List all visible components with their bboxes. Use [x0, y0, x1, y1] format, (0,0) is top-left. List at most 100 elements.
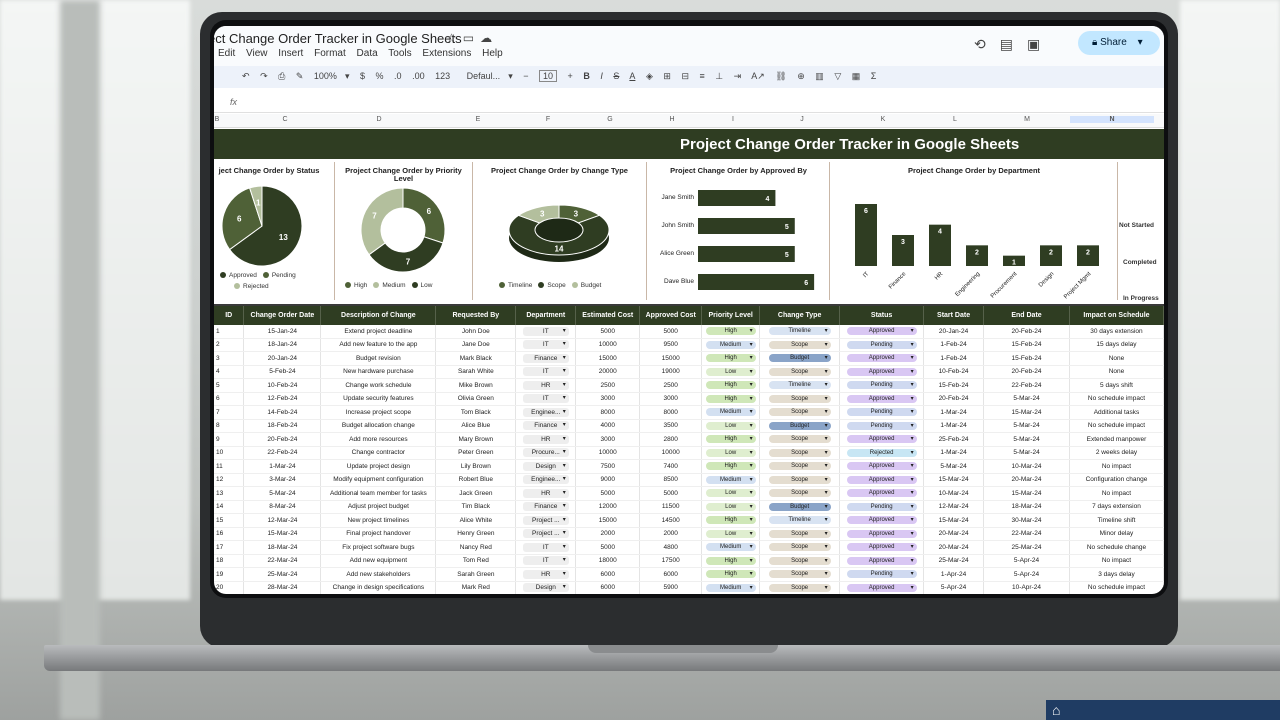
priority-chip[interactable]: Low: [705, 502, 756, 511]
table-cell[interactable]: 2000: [575, 527, 641, 541]
table-cell[interactable]: Scope: [759, 365, 841, 379]
history-icon[interactable]: ⟲: [974, 36, 1000, 52]
table-cell[interactable]: High: [701, 432, 761, 447]
table-cell[interactable]: 1-Feb-24: [923, 351, 985, 366]
table-cell[interactable]: 9: [214, 432, 245, 447]
document-title[interactable]: ect Change Order Tracker in Google Sheet…: [214, 31, 462, 46]
table-cell[interactable]: 5-Mar-24: [983, 392, 1070, 406]
menu-tools[interactable]: Tools: [388, 48, 411, 59]
status-chip[interactable]: Approved: [846, 516, 917, 525]
department-dropdown[interactable]: Finance: [522, 353, 569, 363]
table-cell[interactable]: Budget: [759, 351, 841, 366]
table-cell[interactable]: Henry Green: [435, 527, 517, 541]
table-cell[interactable]: Add more resources: [320, 432, 437, 447]
priority-chip[interactable]: High: [705, 570, 756, 579]
column-header[interactable]: Description of Change: [320, 306, 437, 325]
chart-department[interactable]: Project Change Order by Department 6 IT 3 F…: [831, 162, 1118, 300]
table-cell[interactable]: 10: [214, 446, 245, 460]
table-cell[interactable]: 3500: [639, 419, 703, 433]
priority-chip[interactable]: Low: [705, 421, 756, 430]
table-cell[interactable]: Add new feature to the app: [320, 338, 437, 352]
table-cell[interactable]: 5900: [639, 581, 703, 594]
table-cell[interactable]: Medium: [701, 540, 761, 555]
text-color-icon[interactable]: A: [629, 71, 635, 81]
table-cell[interactable]: 22-Mar-24: [243, 554, 322, 568]
status-chip[interactable]: Approved: [846, 475, 917, 484]
table-cell[interactable]: 9500: [639, 338, 703, 352]
table-cell[interactable]: 20-Jan-24: [243, 351, 322, 366]
table-cell[interactable]: 25-Feb-24: [923, 432, 985, 447]
col-k[interactable]: K: [840, 116, 926, 123]
table-cell[interactable]: 3000: [575, 432, 641, 447]
status-chip[interactable]: Rejected: [846, 448, 917, 457]
table-cell[interactable]: Additional tasks: [1069, 405, 1164, 420]
table-cell[interactable]: 5-Feb-24: [243, 365, 322, 379]
borders-icon[interactable]: ⊞: [663, 71, 671, 81]
table-cell[interactable]: 13: [214, 486, 245, 501]
table-cell[interactable]: 5-Mar-24: [983, 446, 1070, 460]
table-cell[interactable]: Fix project software bugs: [320, 540, 437, 555]
status-chip[interactable]: Pending: [846, 340, 917, 349]
status-chip[interactable]: Approved: [846, 583, 917, 592]
table-cell[interactable]: Approved: [839, 392, 925, 406]
status-chip[interactable]: Pending: [846, 421, 917, 430]
table-cell[interactable]: Configuration change: [1069, 473, 1164, 487]
insert-comment-icon[interactable]: ⊕: [797, 71, 805, 81]
table-cell[interactable]: 17500: [639, 554, 703, 568]
table-cell[interactable]: Scope: [759, 486, 841, 501]
status-chip[interactable]: Approved: [846, 367, 917, 376]
table-cell[interactable]: 15-Feb-24: [923, 378, 985, 393]
column-header[interactable]: Priority Level: [701, 306, 761, 325]
column-header[interactable]: ID: [214, 306, 245, 325]
table-cell[interactable]: Low: [701, 419, 761, 433]
table-cell[interactable]: Add new stakeholders: [320, 567, 437, 582]
table-cell[interactable]: 6000: [639, 567, 703, 582]
table-cell[interactable]: 20000: [575, 365, 641, 379]
valign-icon[interactable]: ⊥: [715, 71, 723, 81]
table-cell[interactable]: 8500: [639, 473, 703, 487]
table-cell[interactable]: Pending: [839, 567, 925, 582]
department-dropdown[interactable]: IT: [522, 556, 569, 566]
table-cell[interactable]: High: [701, 325, 761, 339]
status-chip[interactable]: Pending: [846, 408, 917, 417]
column-header[interactable]: Change Order Date: [243, 306, 322, 325]
col-f[interactable]: F: [518, 116, 578, 123]
table-cell[interactable]: 5000: [639, 486, 703, 501]
table-cell[interactable]: 15000: [575, 513, 641, 528]
chart-icon[interactable]: ▥: [815, 71, 824, 81]
table-cell[interactable]: Extended manpower: [1069, 432, 1164, 447]
status-chip[interactable]: Approved: [846, 462, 917, 471]
table-cell[interactable]: High: [701, 351, 761, 366]
table-cell[interactable]: 2: [214, 338, 245, 352]
menu-view[interactable]: View: [246, 48, 268, 59]
table-cell[interactable]: 17: [214, 540, 245, 555]
table-cell[interactable]: Scope: [759, 446, 841, 460]
table-cell[interactable]: HR: [515, 486, 577, 501]
table-cell[interactable]: 20-Feb-24: [983, 365, 1070, 379]
priority-chip[interactable]: Low: [705, 489, 756, 498]
priority-chip[interactable]: Low: [705, 367, 756, 376]
change-type-chip[interactable]: Scope: [768, 475, 831, 484]
table-cell[interactable]: No schedule impact: [1069, 392, 1164, 406]
table-cell[interactable]: 6: [214, 392, 245, 406]
table-cell[interactable]: 8-Mar-24: [243, 500, 322, 514]
priority-chip[interactable]: High: [705, 462, 756, 471]
priority-chip[interactable]: High: [705, 354, 756, 363]
menu-insert[interactable]: Insert: [278, 48, 303, 59]
table-cell[interactable]: Increase project scope: [320, 405, 437, 420]
table-cell[interactable]: 6000: [575, 581, 641, 594]
department-dropdown[interactable]: Procure...: [522, 448, 569, 458]
table-cell[interactable]: 15000: [639, 351, 703, 366]
table-cell[interactable]: Approved: [839, 459, 925, 474]
table-cell[interactable]: IT: [515, 338, 577, 352]
table-cell[interactable]: 12: [214, 473, 245, 487]
table-cell[interactable]: 19: [214, 567, 245, 582]
undo-icon[interactable]: ↶: [242, 71, 250, 81]
change-type-chip[interactable]: Timeline: [768, 381, 831, 390]
table-cell[interactable]: Design: [515, 581, 577, 594]
priority-chip[interactable]: Medium: [705, 475, 756, 484]
align-icon[interactable]: ≡: [700, 71, 705, 81]
table-cell[interactable]: No schedule impact: [1069, 419, 1164, 433]
table-cell[interactable]: 15 days delay: [1069, 338, 1164, 352]
table-cell[interactable]: Approved: [839, 540, 925, 555]
